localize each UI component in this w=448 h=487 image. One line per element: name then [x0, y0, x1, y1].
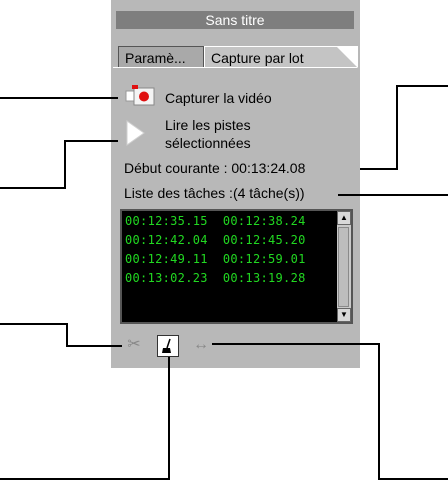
task-start: 00:12:35.15: [125, 214, 208, 228]
broom-icon: [162, 338, 171, 353]
scroll-down-icon[interactable]: ▼: [337, 308, 351, 322]
double-arrow-icon: ↔: [193, 336, 209, 353]
tab-parametres[interactable]: Paramè...: [118, 46, 204, 68]
tab-divider: [113, 67, 357, 68]
capture-video-label: Capturer la vidéo: [165, 90, 272, 106]
callout-start-h1: [360, 168, 398, 170]
task-start: 00:12:49.11: [125, 252, 208, 266]
scroll-up-icon[interactable]: ▲: [337, 211, 351, 225]
task-list-header: Liste des tâches :(4 tâche(s)): [124, 185, 305, 201]
task-end: 00:12:45.20: [222, 233, 306, 247]
play-label-line2: sélectionnées: [165, 135, 251, 151]
task-end: 00:12:59.01: [222, 252, 306, 266]
tab-capture-par-lot-label: Capture par lot: [211, 50, 304, 66]
callout-cut-h2: [66, 345, 122, 347]
clear-button[interactable]: [157, 335, 179, 357]
task-list-scrollbar[interactable]: ▲ ▼: [337, 211, 351, 322]
task-end: 00:13:19.28: [222, 271, 306, 285]
scroll-thumb[interactable]: [338, 227, 349, 307]
callout-clear-v: [168, 357, 170, 480]
callout-start-h2: [396, 85, 448, 87]
cut-button[interactable]: ✂: [123, 335, 145, 357]
task-row[interactable]: 00:13:02.23 00:13:19.28: [122, 269, 306, 288]
swap-button[interactable]: ↔: [190, 335, 212, 357]
callout-swap-v: [378, 343, 380, 480]
task-start: 00:13:02.23: [125, 271, 208, 285]
play-label-line1: Lire les pistes: [165, 117, 251, 133]
task-list[interactable]: 00:12:35.15 00:12:38.24 00:12:42.04 00:1…: [120, 209, 353, 324]
play-selected-tracks-button[interactable]: Lire les pistes sélectionnées: [124, 116, 344, 154]
camera-record-icon: [125, 85, 155, 106]
callout-tasklist: [338, 194, 448, 196]
callout-capture: [0, 97, 118, 99]
start-time-readout: Début courante : 00:13:24.08: [124, 160, 306, 176]
task-row[interactable]: 00:12:42.04 00:12:45.20: [122, 231, 306, 250]
play-triangle-icon: [126, 120, 145, 146]
callout-start-v: [396, 85, 398, 170]
task-start: 00:12:42.04: [125, 233, 208, 247]
callout-cut-h1: [0, 323, 68, 325]
callout-play-h2: [64, 140, 118, 142]
callout-swap-h2: [378, 478, 448, 480]
task-row[interactable]: 00:12:35.15 00:12:38.24: [122, 212, 306, 231]
callout-play-v: [64, 140, 66, 189]
callout-cut-v: [66, 323, 68, 347]
task-row[interactable]: 00:12:49.11 00:12:59.01: [122, 250, 306, 269]
scissors-icon: ✂: [127, 336, 141, 353]
callout-clear-h: [0, 478, 170, 480]
tab-capture-par-lot[interactable]: Capture par lot: [204, 46, 358, 68]
window-title: Sans titre: [116, 11, 354, 29]
callout-swap-h1: [212, 343, 380, 345]
capture-video-button[interactable]: Capturer la vidéo: [124, 85, 324, 109]
callout-play-h1: [0, 187, 66, 189]
task-end: 00:12:38.24: [222, 214, 306, 228]
